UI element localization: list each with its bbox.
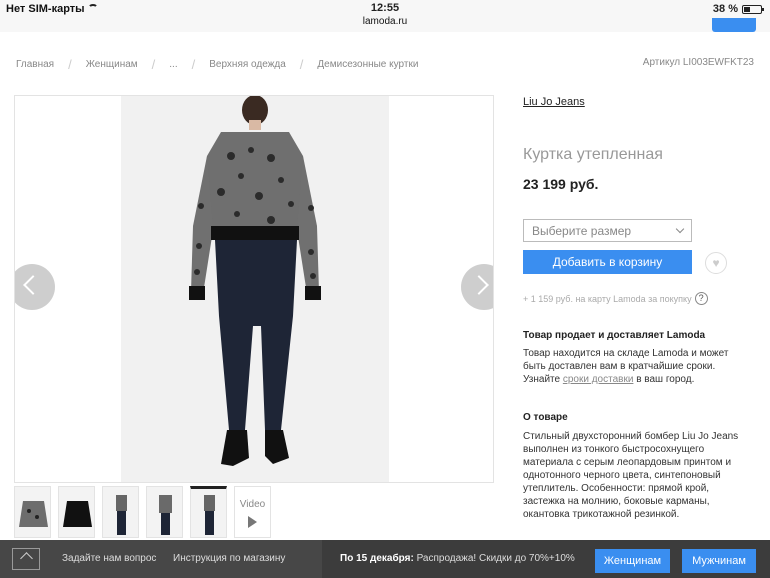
promo-date: По 15 декабря:	[340, 553, 414, 564]
thumb-model-side	[159, 495, 172, 535]
bonus-text: + 1 159 руб. на карту Lamoda за покупку	[523, 293, 692, 304]
product-title: Куртка утепленная	[523, 146, 663, 163]
thumb-model-front	[116, 495, 127, 535]
chevron-down-icon	[675, 224, 685, 234]
clock: 12:55	[370, 2, 400, 14]
breadcrumb-separator: /	[299, 57, 304, 72]
add-to-cart-button[interactable]: Добавить в корзину	[523, 250, 692, 274]
women-button[interactable]: Женщинам	[595, 549, 670, 573]
battery-indicator: 38 %	[712, 3, 764, 15]
delivery-text-3: в ваш город.	[636, 374, 695, 385]
breadcrumb-home[interactable]: Главная	[16, 59, 54, 70]
size-select[interactable]: Выберите размер	[523, 219, 692, 242]
thumbnail-5[interactable]	[190, 486, 227, 538]
help-icon[interactable]: ?	[694, 292, 708, 305]
breadcrumb-separator: /	[68, 57, 72, 72]
bonus-info: + 1 159 руб. на карту Lamoda за покупку …	[523, 292, 708, 305]
bottom-bar-help-section: Задайте нам вопрос Инструкция по магазин…	[0, 540, 322, 578]
chevron-right-icon	[469, 275, 489, 295]
header-cart-button[interactable]	[712, 18, 756, 32]
chevron-left-icon	[23, 275, 43, 295]
size-select-placeholder: Выберите размер	[532, 224, 632, 238]
gallery-next-arrow[interactable]	[461, 264, 493, 310]
brand-link[interactable]: Liu Jo Jeans	[523, 96, 585, 108]
bottom-bar: Задайте нам вопрос Инструкция по магазин…	[0, 540, 770, 578]
thumbnail-2[interactable]	[58, 486, 95, 538]
battery-icon	[742, 4, 764, 14]
delivery-terms-link[interactable]: сроки доставки	[563, 374, 634, 385]
address-bar-url[interactable]: lamoda.ru	[0, 16, 770, 27]
delivery-text-1: Товар находится на складе Lamoda и может…	[523, 348, 729, 372]
breadcrumb-separator: /	[151, 57, 156, 72]
delivery-text: Товар находится на складе Lamoda и может…	[523, 347, 743, 386]
store-instructions-link[interactable]: Инструкция по магазину	[173, 553, 285, 564]
video-thumbnail[interactable]: Video	[234, 486, 271, 538]
video-label: Video	[239, 499, 266, 510]
wishlist-heart-icon[interactable]: ♥	[705, 252, 727, 274]
breadcrumb-ellipsis[interactable]: ...	[169, 59, 177, 70]
thumbnail-3[interactable]	[102, 486, 139, 538]
scroll-top-icon[interactable]	[12, 548, 40, 570]
thumb-model-back	[204, 495, 215, 535]
gallery-prev-arrow[interactable]	[15, 264, 55, 310]
about-description: Стильный двухсторонний бомбер Liu Jo Jea…	[523, 431, 739, 520]
thumbnail-strip: Video	[14, 486, 271, 538]
promo-banner: По 15 декабря: Распродажа! Скидки до 70%…	[340, 553, 575, 564]
thumbnail-1[interactable]	[14, 486, 51, 538]
article-number: Артикул LI003EWFKT23	[642, 57, 754, 68]
thumb-jacket-leopard	[19, 501, 48, 527]
status-bar: Нет SIM-карты 12:55 lamoda.ru 38 %	[0, 0, 770, 32]
men-button[interactable]: Мужчинам	[682, 549, 756, 573]
play-icon	[248, 516, 257, 528]
product-price: 23 199 руб.	[523, 176, 599, 192]
breadcrumb: Главная / Женщинам / ... / Верхняя одежд…	[16, 57, 418, 72]
photo-background	[121, 96, 389, 482]
thumbnail-4[interactable]	[146, 486, 183, 538]
delivery-title: Товар продает и доставляет Lamoda	[523, 330, 706, 341]
breadcrumb-women[interactable]: Женщинам	[86, 59, 138, 70]
ask-question-link[interactable]: Задайте нам вопрос	[62, 553, 156, 564]
breadcrumb-jackets[interactable]: Демисезонные куртки	[317, 59, 418, 70]
breadcrumb-outerwear[interactable]: Верхняя одежда	[209, 59, 286, 70]
about-title: О товаре	[523, 412, 568, 423]
main-product-photo[interactable]	[14, 95, 494, 483]
delivery-text-2: Узнайте	[523, 374, 561, 385]
model-illustration	[189, 96, 321, 466]
thumb-jacket-black	[63, 501, 92, 527]
promo-text: Распродажа! Скидки до 70%+10%	[416, 553, 575, 564]
battery-percent: 38 %	[712, 3, 738, 15]
breadcrumb-separator: /	[191, 57, 196, 72]
